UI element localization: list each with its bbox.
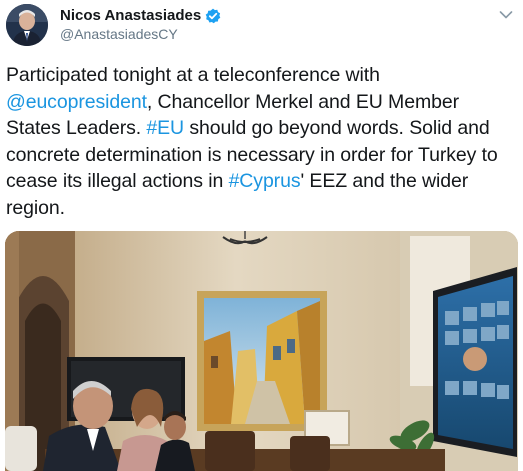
mention-link[interactable]: @eucopresident: [6, 91, 147, 113]
author-name-row[interactable]: Nicos Anastasiades: [60, 7, 221, 24]
author-name[interactable]: Nicos Anastasiades: [60, 7, 201, 24]
hashtag-eu-link[interactable]: #EU: [146, 117, 184, 139]
verified-badge-icon: [205, 8, 221, 24]
tweet-photo[interactable]: [5, 231, 518, 471]
tweet-menu-button[interactable]: [497, 6, 515, 24]
author-handle[interactable]: @AnastasiadesCY: [60, 26, 178, 42]
avatar[interactable]: [6, 4, 48, 46]
teleconference-photo: [5, 231, 518, 471]
tweet-text-part: Participated tonight at a teleconference…: [6, 64, 380, 86]
avatar-image: [6, 4, 48, 46]
hashtag-cyprus-link[interactable]: #Cyprus: [229, 170, 301, 192]
chevron-down-icon: [499, 11, 513, 19]
tweet-text: Participated tonight at a teleconference…: [6, 62, 518, 221]
